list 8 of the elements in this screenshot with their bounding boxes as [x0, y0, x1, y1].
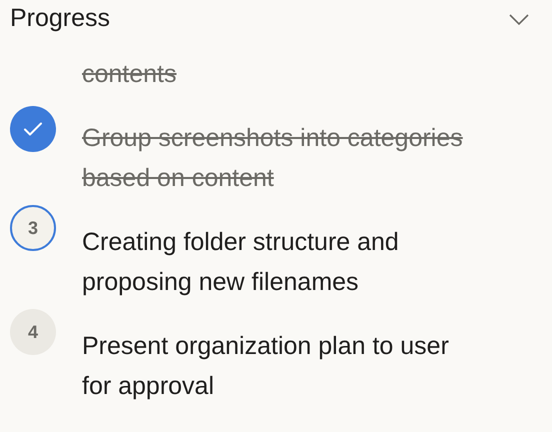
step-text: contents — [82, 59, 178, 90]
step-text: Creating folder structure and proposing new filenames — [82, 227, 400, 298]
step-number: 4 — [10, 309, 56, 355]
step-number: 3 — [10, 205, 56, 251]
step-text: Present organization plan to user for approval — [82, 331, 450, 402]
panel-title: Progress — [10, 3, 110, 34]
chevron-down-icon[interactable] — [508, 12, 530, 26]
step-text: Group screenshots into categories based on content — [82, 123, 464, 194]
